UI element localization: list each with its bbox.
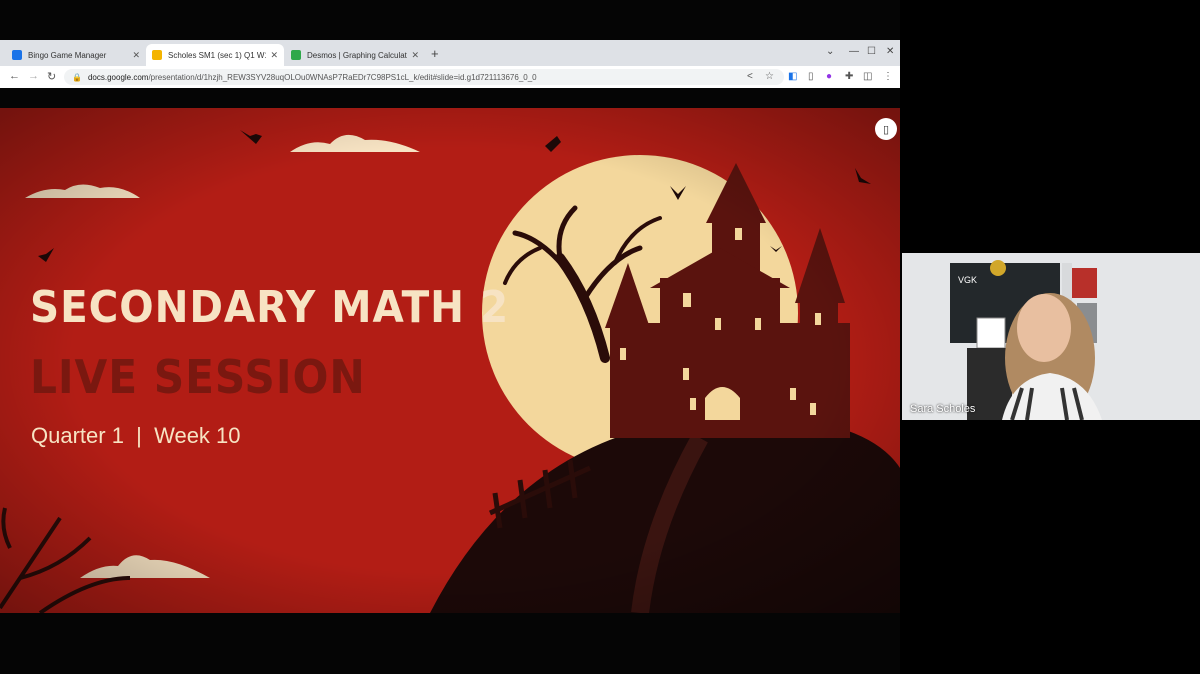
slide-quarter-week: Quarter 1 | Week 10	[31, 423, 241, 448]
menu-kebab-icon[interactable]: ⋮	[883, 71, 893, 82]
url-path: /presentation/d/1hzjh_REW3SYV28uqOLOu0WN…	[148, 72, 537, 82]
back-icon[interactable]: ←	[9, 70, 20, 82]
browser-window: Bingo Game Manager ✕ Scholes SM1 (sec 1)…	[0, 40, 900, 88]
participant-video-tile: VGK Sara Scholes	[902, 253, 1200, 420]
screen-share: Bingo Game Manager ✕ Scholes SM1 (sec 1)…	[0, 0, 900, 674]
slide-subtitle-live-session: LIVE SESSION	[30, 350, 366, 404]
lock-icon: 🔒	[72, 72, 82, 82]
tab-title: Scholes SM1 (sec 1) Q1 W10 Li	[168, 50, 266, 60]
presentation-slide: SECONDARY MATH 2 LIVE SESSION Quarter 1 …	[0, 108, 900, 613]
slide-notes-button[interactable]: ▯	[875, 118, 897, 140]
minimize-icon[interactable]: —	[849, 46, 859, 57]
tab-scholes-slides[interactable]: Scholes SM1 (sec 1) Q1 W10 Li ✕	[146, 44, 284, 66]
tab-bingo-game-manager[interactable]: Bingo Game Manager ✕	[6, 44, 146, 66]
tab-search-chevron-icon[interactable]: ⌄	[826, 46, 834, 57]
desmos-favicon-icon	[291, 50, 301, 60]
maximize-icon[interactable]: ☐	[867, 46, 876, 57]
url-domain: docs.google.com	[87, 72, 149, 82]
forward-icon[interactable]: →	[28, 70, 39, 82]
extension-translate-icon[interactable]: ◧	[788, 71, 797, 82]
side-panel-icon[interactable]: ◫	[863, 71, 872, 82]
board-text: VGK	[958, 275, 977, 285]
slide-title: SECONDARY MATH 2	[30, 282, 510, 333]
tab-title: Desmos | Graphing Calculator	[307, 50, 408, 60]
extension-purple-icon[interactable]: ●	[826, 71, 832, 82]
close-tab-icon[interactable]: ✕	[132, 50, 140, 61]
tab-strip: Bingo Game Manager ✕ Scholes SM1 (sec 1)…	[0, 40, 900, 66]
tab-desmos[interactable]: Desmos | Graphing Calculator ✕	[285, 44, 425, 66]
slides-favicon-icon	[152, 50, 162, 60]
extensions-puzzle-icon[interactable]: ✚	[845, 71, 853, 82]
close-tab-icon[interactable]: ✕	[411, 50, 419, 61]
new-tab-button[interactable]: +	[431, 46, 439, 61]
close-tab-icon[interactable]: ✕	[270, 50, 278, 61]
extension-doc-icon[interactable]: ▯	[808, 71, 814, 82]
bingo-favicon-icon	[12, 50, 22, 60]
webcam-feed: VGK	[902, 253, 1200, 420]
browser-toolbar: ← → ↻ 🔒 docs.google.com /presentation/d/…	[0, 66, 900, 88]
tab-title: Bingo Game Manager	[28, 50, 107, 60]
reload-icon[interactable]: ↻	[47, 70, 56, 83]
address-bar[interactable]: 🔒 docs.google.com /presentation/d/1hzjh_…	[64, 69, 784, 85]
bookmark-star-icon[interactable]: ☆	[765, 71, 774, 82]
share-icon[interactable]: <	[747, 71, 753, 82]
close-window-icon[interactable]: ✕	[886, 46, 894, 57]
participant-name: Sara Scholes	[910, 403, 976, 415]
